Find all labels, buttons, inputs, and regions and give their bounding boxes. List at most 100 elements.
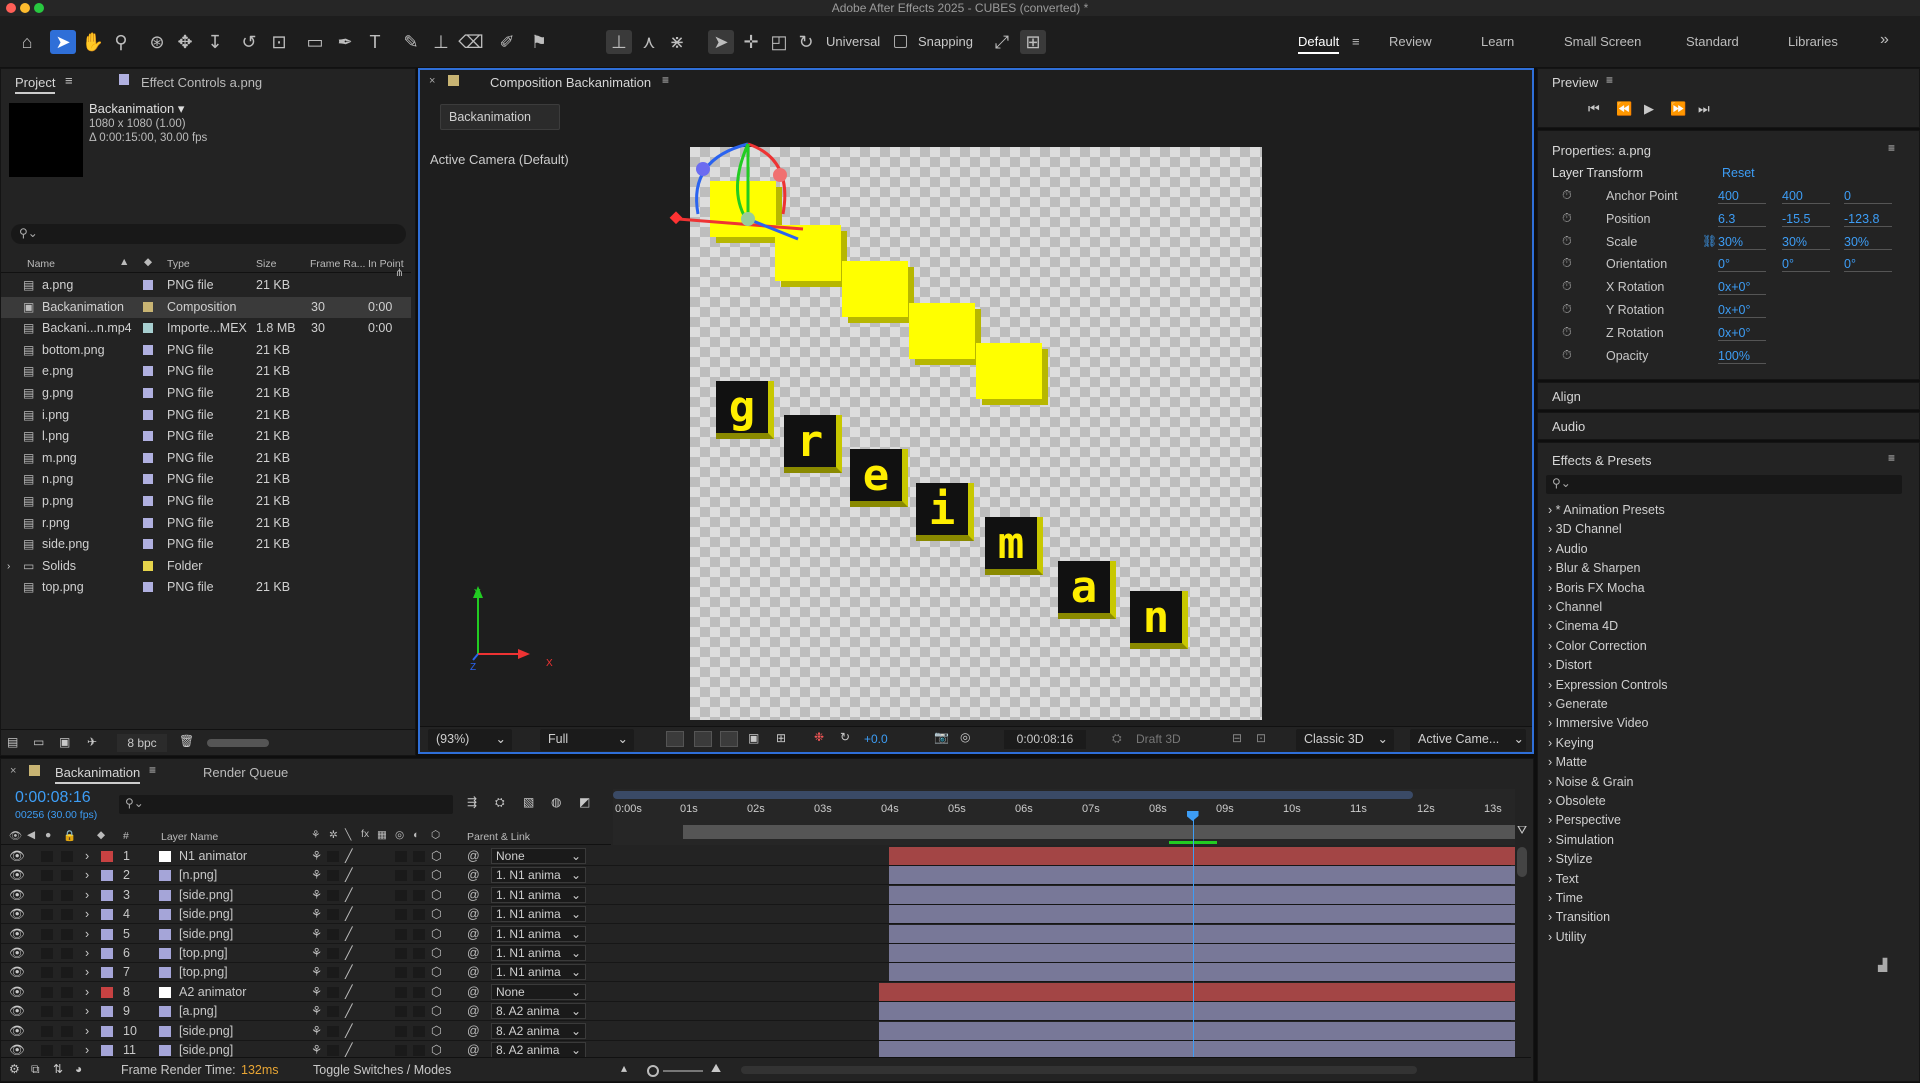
work-area-range[interactable] (683, 825, 1515, 839)
solo-box[interactable] (41, 986, 53, 998)
type-tool-icon[interactable]: T (362, 30, 388, 54)
lock-box[interactable] (61, 851, 73, 862)
transparency-grid-icon[interactable] (694, 731, 712, 747)
eye-icon[interactable]: 👁 (9, 983, 25, 1002)
zoom-out-icon[interactable]: ▴ (621, 1061, 627, 1075)
label-swatch[interactable] (143, 517, 153, 528)
effect-category[interactable]: › Distort (1548, 658, 1592, 672)
motion-blur-box[interactable] (395, 909, 407, 921)
eye-icon[interactable]: 👁 (9, 886, 25, 905)
time-ruler[interactable]: 0:00s 01s 02s 03s 04s 05s 06s 07s 08s 09s 10s 11s 12… (613, 789, 1515, 845)
property-value-1[interactable]: 0° (1718, 257, 1766, 273)
label-swatch[interactable] (143, 582, 153, 593)
effect-category[interactable]: › Matte (1548, 755, 1587, 769)
layer-switches-icon[interactable]: ⚙ (9, 1062, 20, 1076)
project-item[interactable]: ▤ bottom.png PNG file 21 KB (1, 340, 411, 361)
layer-duration-bar[interactable] (889, 866, 1515, 885)
label-swatch[interactable] (143, 344, 153, 355)
project-item[interactable]: ▤ l.png PNG file 21 KB (1, 426, 411, 447)
collapse-box[interactable] (327, 1025, 339, 1037)
timeline-menu-icon[interactable]: ≡ (149, 763, 156, 777)
effect-category[interactable]: › Transition (1548, 910, 1610, 924)
chevron-right-icon[interactable]: › (85, 866, 89, 885)
column-name[interactable]: Name (27, 258, 55, 270)
new-folder-icon[interactable]: ▭ (33, 735, 44, 749)
layer-row[interactable]: 👁 › 7 [top.png] ⚘ ╱ ⬡ @1. N1 anima ⌄ (1, 963, 1515, 983)
letter-cube[interactable]: n (1130, 591, 1188, 649)
project-item[interactable]: ▣ Backanimation Composition 30 0:00 (1, 296, 411, 318)
project-tab[interactable]: Project (15, 75, 56, 94)
draft-3d-label[interactable]: Draft 3D (1136, 732, 1181, 746)
project-item[interactable]: ▤ top.png PNG file 21 KB (1, 577, 411, 598)
shy-switch-icon[interactable]: ⚘ (311, 866, 322, 885)
effect-category[interactable]: › Blur & Sharpen (1548, 561, 1640, 575)
layer-label-swatch[interactable] (101, 889, 113, 901)
shy-switch-icon[interactable]: ⚘ (311, 905, 322, 924)
universal-select-icon[interactable]: ➤ (708, 30, 734, 54)
column-layer-name[interactable]: Layer Name (161, 831, 218, 843)
audio-toggle-icon[interactable]: ◀ (27, 829, 35, 841)
pick-whip-icon[interactable]: @ (467, 1022, 480, 1041)
minimize-window-button[interactable] (20, 3, 30, 13)
work-area-bar[interactable] (613, 791, 1413, 799)
property-value-3[interactable]: 0° (1844, 257, 1892, 273)
motion-blur-box[interactable] (395, 1045, 407, 1056)
column-parent-link[interactable]: Parent & Link (467, 831, 530, 843)
exposure-value[interactable]: +0.0 (864, 732, 888, 746)
rotate-gizmo-icon[interactable]: ↻ (794, 30, 818, 54)
layer-label-swatch[interactable] (101, 1006, 113, 1018)
motion-blur-box[interactable] (395, 986, 407, 998)
label-swatch[interactable] (143, 496, 153, 506)
column-type[interactable]: Type (167, 258, 190, 270)
layer-name[interactable]: [side.png] (179, 886, 233, 905)
lock-box[interactable] (61, 948, 73, 959)
layer-label-swatch[interactable] (101, 909, 113, 921)
letter-cube[interactable]: i (916, 483, 974, 541)
effects-switch-label[interactable]: fx (361, 828, 369, 840)
reset-link[interactable]: Reset (1722, 166, 1755, 180)
label-swatch[interactable] (143, 301, 153, 312)
universal-label[interactable]: Universal (826, 34, 880, 49)
motion-blur-box[interactable] (395, 851, 407, 862)
property-value-2[interactable]: 400 (1782, 189, 1830, 204)
letter-cube[interactable]: m (985, 517, 1043, 575)
lock-toggle-icon[interactable]: 🔒 (63, 829, 76, 842)
solo-box[interactable] (41, 1025, 53, 1037)
expand-icon[interactable]: › (7, 556, 10, 577)
timeline-scrollbar[interactable] (741, 1066, 1417, 1074)
effect-category[interactable]: › Cinema 4D (1548, 619, 1618, 633)
hand-tool-icon[interactable]: ✋ (80, 30, 106, 54)
workspace-default[interactable]: Default (1298, 34, 1340, 54)
layer-name[interactable]: N1 animator (179, 847, 247, 866)
comp-menu-icon[interactable]: ≡ (662, 73, 669, 87)
chevron-right-icon[interactable]: › (85, 1002, 89, 1021)
motion-blur-box[interactable] (395, 948, 407, 959)
3d-cube-icon[interactable]: ⬡ (431, 1022, 442, 1041)
letter-cube[interactable]: a (1058, 561, 1116, 619)
3d-ground-plane-icon[interactable]: ⊟ (1232, 731, 1242, 745)
column-frame-rate[interactable]: Frame Ra... (310, 258, 365, 270)
timeline-nav-icon[interactable]: ⛛ (1517, 823, 1527, 838)
effect-category[interactable]: › * Animation Presets (1548, 503, 1665, 517)
last-frame-icon[interactable]: ⏭ (1698, 101, 1710, 117)
solo-box[interactable] (41, 851, 53, 862)
motion-blur-box[interactable] (395, 1006, 407, 1018)
comp-canvas[interactable]: g r e i m a n (669, 142, 1262, 720)
shy-switch-icon[interactable]: ⚘ (311, 1022, 322, 1041)
zoom-slider-track[interactable] (663, 1070, 703, 1072)
frame-blend-switch-icon[interactable]: ▦ (377, 829, 387, 841)
layer-row[interactable]: 👁 › 4 [side.png] ⚘ ╱ ⬡ @1. N1 anima ⌄ (1, 905, 1515, 925)
layer-scrollbar[interactable] (1517, 847, 1527, 877)
rectangle-tool-icon[interactable]: ▭ (302, 30, 328, 54)
pick-whip-icon[interactable]: @ (467, 886, 480, 905)
parent-dropdown[interactable]: 8. A2 anima ⌄ (491, 1022, 586, 1039)
close-window-button[interactable] (6, 3, 16, 13)
zoom-slider-handle[interactable] (647, 1065, 659, 1077)
scale-gizmo-icon[interactable]: ◰ (766, 30, 792, 54)
adjustment-box[interactable] (413, 909, 425, 921)
layer-label-swatch[interactable] (101, 986, 113, 998)
chevron-right-icon[interactable]: › (85, 1022, 89, 1041)
project-item[interactable]: ▤ g.png PNG file 21 KB (1, 383, 411, 404)
comp-timecode[interactable]: 0:00:08:16 (1004, 730, 1086, 749)
stopwatch-icon[interactable]: ⏱ (1562, 256, 1572, 271)
